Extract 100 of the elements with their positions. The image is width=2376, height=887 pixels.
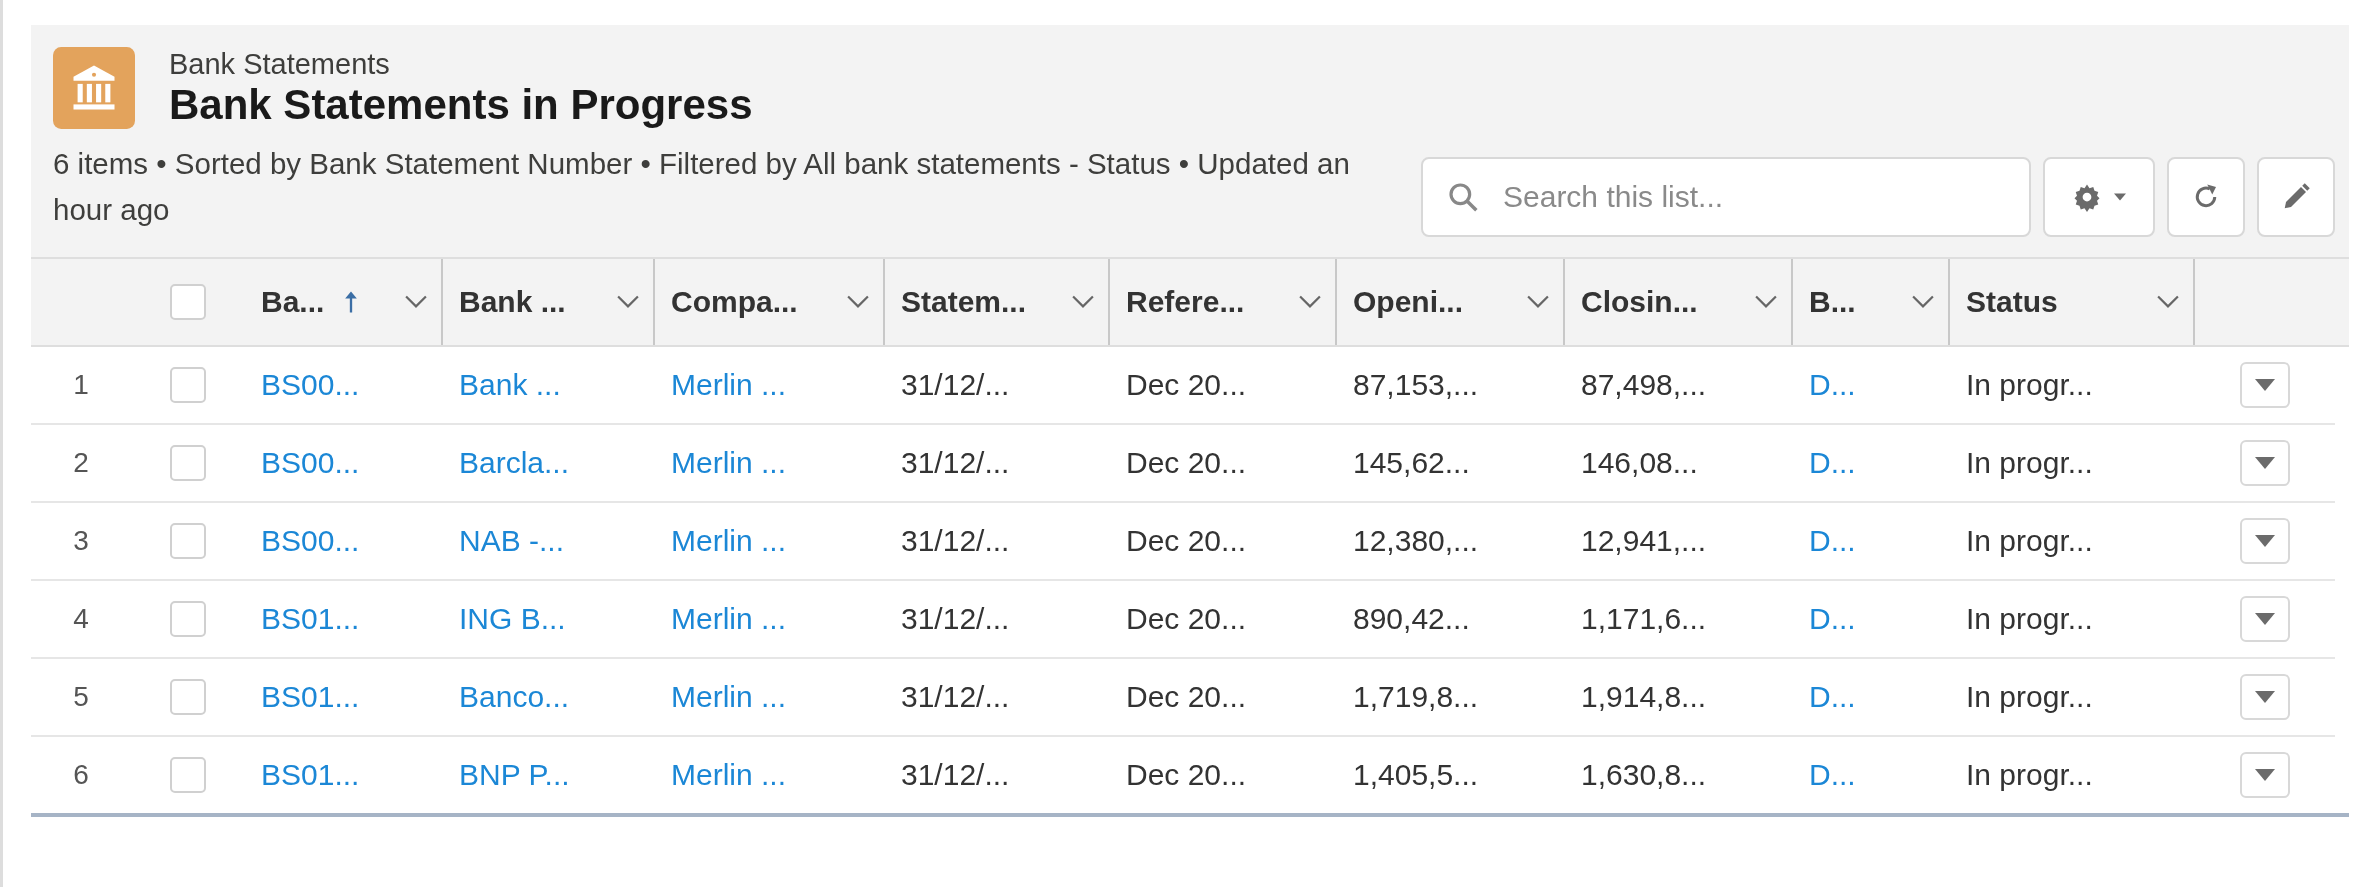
record-link[interactable]: BS01... [261,602,360,636]
chevron-down-icon[interactable] [405,295,427,309]
row-number: 3 [73,525,89,557]
table-cell: 12,941,... [1581,524,1707,558]
list-summary: 6 items • Sorted by Bank Statement Number • Filtered by All bank statements - Status • Updated an hour ago [53,146,1351,228]
table-cell: 1,719,8... [1353,680,1479,714]
record-link[interactable]: BS00... [261,368,360,402]
record-link[interactable]: Merlin ... [671,680,787,714]
chevron-down-icon[interactable] [847,295,869,309]
edit-button[interactable] [2257,157,2335,237]
table-cell: 31/12/... [901,368,1010,402]
chevron-down-icon[interactable] [2157,295,2179,309]
caret-icon [2255,691,2275,703]
row-actions-button[interactable] [2240,518,2290,564]
column-header[interactable]: Closin... [1581,285,1698,319]
column-header[interactable]: Openi... [1353,285,1463,319]
select-all-checkbox[interactable] [170,284,206,320]
record-link[interactable]: Banco... [459,680,570,714]
chevron-down-icon[interactable] [617,295,639,309]
row-actions-button[interactable] [2240,440,2290,486]
row-actions-button[interactable] [2240,362,2290,408]
chevron-down-icon[interactable] [1527,295,1549,309]
record-link[interactable]: BNP P... [459,758,570,792]
chevron-down-icon[interactable] [1072,295,1094,309]
record-link[interactable]: Merlin ... [671,758,787,792]
table-cell: Dec 20... [1126,524,1247,558]
record-link[interactable]: D... [1809,368,1856,402]
table-cell: 1,914,8... [1581,680,1707,714]
chevron-down-icon[interactable] [1299,295,1321,309]
record-link[interactable]: ING B... [459,602,566,636]
row-checkbox[interactable] [170,445,206,481]
record-link[interactable]: D... [1809,758,1856,792]
record-link[interactable]: NAB -... [459,524,564,558]
column-header[interactable]: Status [1966,285,2058,319]
record-link[interactable]: BS00... [261,524,360,558]
record-link[interactable]: BS00... [261,446,360,480]
column-header[interactable]: Refere... [1126,285,1245,319]
column-header[interactable]: Bank ... [459,285,566,319]
row-checkbox[interactable] [170,367,206,403]
record-link[interactable]: D... [1809,680,1856,714]
record-link[interactable]: Barcla... [459,446,570,480]
table-cell: Dec 20... [1126,368,1247,402]
bank-icon [53,47,135,129]
search-field[interactable]: Search this list... [1421,157,2031,237]
caret-icon [2255,379,2275,391]
caret-icon [2255,769,2275,781]
chevron-down-icon[interactable] [1755,295,1777,309]
row-checkbox[interactable] [170,523,206,559]
record-link[interactable]: Merlin ... [671,524,787,558]
table-cell: 890,42... [1353,602,1470,636]
caret-icon [2255,613,2275,625]
row-number: 4 [73,603,89,635]
row-number: 5 [73,681,89,713]
table-cell: 87,153,... [1353,368,1479,402]
row-checkbox[interactable] [170,757,206,793]
object-label: Bank Statements [169,47,391,81]
record-link[interactable]: D... [1809,524,1856,558]
row-number: 1 [73,369,89,401]
search-icon [1447,181,1479,213]
table-cell: 31/12/... [901,524,1010,558]
row-checkbox[interactable] [170,601,206,637]
list-title: Bank Statements in Progress [169,80,753,129]
table-cell: 12,380,... [1353,524,1479,558]
column-header[interactable]: Statem... [901,285,1027,319]
table-cell: In progr... [1966,368,2093,402]
record-link[interactable]: D... [1809,446,1856,480]
column-header[interactable]: Compa... [671,285,798,319]
record-link[interactable]: Bank ... [459,368,561,402]
table-cell: 31/12/... [901,602,1010,636]
caret-icon [2114,193,2126,201]
settings-icon [2072,182,2102,212]
row-actions-button[interactable] [2240,596,2290,642]
caret-icon [2255,457,2275,469]
record-link[interactable]: Merlin ... [671,602,787,636]
row-actions-button[interactable] [2240,674,2290,720]
record-link[interactable]: D... [1809,602,1856,636]
column-header[interactable]: B... [1809,285,1856,319]
table-cell: Dec 20... [1126,680,1247,714]
table-cell: 146,08... [1581,446,1698,480]
table-cell: In progr... [1966,758,2093,792]
record-link[interactable]: Merlin ... [671,446,787,480]
refresh-button[interactable] [2167,157,2245,237]
row-actions-button[interactable] [2240,752,2290,798]
settings-button[interactable] [2043,157,2155,237]
record-link[interactable]: BS01... [261,680,360,714]
table-cell: In progr... [1966,446,2093,480]
table-cell: Dec 20... [1126,446,1247,480]
table-cell: 1,630,8... [1581,758,1707,792]
chevron-down-icon[interactable] [1912,295,1934,309]
table-cell: In progr... [1966,680,2093,714]
row-checkbox[interactable] [170,679,206,715]
table-cell: Dec 20... [1126,758,1247,792]
table-cell: 1,405,5... [1353,758,1479,792]
record-link[interactable]: Merlin ... [671,368,787,402]
table-cell: 1,171,6... [1581,602,1707,636]
column-header[interactable]: Ba... [261,285,359,319]
table-cell: In progr... [1966,602,2093,636]
record-link[interactable]: BS01... [261,758,360,792]
sort-arrow-icon [344,290,359,314]
table-cell: In progr... [1966,524,2093,558]
